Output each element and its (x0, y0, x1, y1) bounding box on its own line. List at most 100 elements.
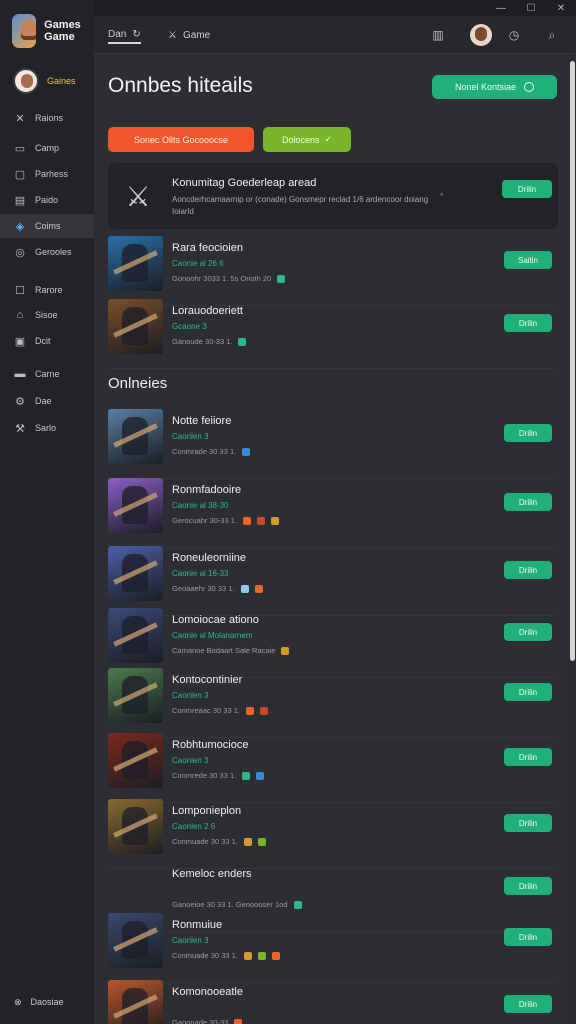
list-item[interactable]: Ronmfadooire Caonie al 38-30 Gerocuahr 30-… (108, 478, 556, 548)
game-meta-text: Ganonade 30-33 (172, 1018, 229, 1024)
sidebar-item-dcit[interactable]: ▣ Dcit (0, 329, 94, 353)
game-action-button[interactable]: Drilin (504, 493, 552, 511)
game-title: Notte feiiore (172, 415, 232, 427)
meta-badge-icon (281, 646, 290, 655)
page-title: Onnbes hiteails (108, 74, 253, 97)
sidebar-item-label: Paido (35, 195, 59, 205)
meta-badge-icon (257, 951, 266, 960)
sidebar-item-raions[interactable]: ✕ Raions (0, 106, 94, 130)
square-icon: ☐ (15, 284, 25, 297)
sidebar-item-label: Coims (35, 221, 61, 231)
minimize-button[interactable]: — (486, 0, 516, 16)
meta-badge-icon (271, 516, 280, 525)
sidebar-item-coims[interactable]: ◈ Coims (0, 214, 94, 238)
app-logo-icon (12, 14, 37, 48)
sidebar-item-label: Sarlo (35, 423, 57, 433)
sidebar-item-sisoe[interactable]: ⌂ Sisoe (0, 303, 94, 327)
profile-row[interactable]: Gaines (0, 62, 94, 100)
sidebar-item-dae[interactable]: ⚙ Dae (0, 389, 94, 413)
game-action-button[interactable]: Drilin (504, 424, 552, 442)
row-divider (108, 368, 556, 369)
maximize-button[interactable]: ☐ (516, 0, 546, 16)
topbar-avatar[interactable] (470, 24, 492, 46)
game-meta-text: Gonoohr 3033 1. 5s Orioth 20 (172, 274, 272, 283)
filter-chip-green[interactable]: Dolocens ✓ (263, 127, 351, 152)
sidebar-item-label: Sisoe (35, 310, 58, 320)
game-meta: Gerocuahr 30-33 1. (172, 516, 280, 525)
game-action-button[interactable]: Drilin (504, 623, 552, 641)
search-icon[interactable]: ⌕ (542, 25, 562, 45)
list-item[interactable]: Roneuleorniine Caonie al 16-33 Geoaaehr 30… (108, 546, 556, 616)
game-action-button[interactable]: Drilin (504, 561, 552, 579)
game-thumbnail (108, 478, 163, 533)
sidebar-item-paido[interactable]: ▤ Paido (0, 188, 94, 212)
avatar (13, 68, 39, 94)
meta-badge-icon (271, 951, 280, 960)
list-item[interactable]: Komonooeatle Ganonade 30-33 Drilin (108, 980, 556, 1024)
section-title: Onlneies (108, 375, 168, 392)
featured-card[interactable]: ⚔ Konumitag Goederleap aread Aoncderhcam… (108, 163, 558, 229)
meta-badge-icon (243, 516, 252, 525)
library-icon[interactable]: ▥ (428, 25, 448, 45)
filter-chip-green-label: Dolocens (281, 134, 320, 145)
sidebar: Games Game Gaines ✕ Raions ▭ Camp ▢ Parhess ▤ P… (0, 0, 94, 1024)
featured-action-button[interactable]: Drilin (502, 180, 552, 198)
app-window: — ☐ ✕ Games Game Gaines ✕ Raions ▭ Camp ▢ Par… (0, 0, 576, 1024)
list-item[interactable]: Robhtumocioce Caonlen 3 Conmrede 30 33 1. D… (108, 733, 556, 803)
app-logo-row[interactable]: Games Game (0, 8, 94, 54)
game-action-button[interactable]: Drilin (504, 748, 552, 766)
sidebar-footer-item[interactable]: ⊗ Daosiae (0, 990, 94, 1014)
game-title: Ronmuiue (172, 919, 223, 931)
sidebar-item-sarlo[interactable]: ⚒ Sarlo (0, 416, 94, 440)
clock-icon[interactable]: ◷ (504, 25, 524, 45)
primary-action-button[interactable]: Nonel Kontsiae (432, 75, 557, 99)
home-icon: ⌂ (16, 309, 24, 321)
game-meta-text: Geoaaehr 30 33 1. (172, 584, 235, 593)
scrollbar-thumb[interactable] (570, 61, 575, 661)
sidebar-item-camp[interactable]: ▭ Camp (0, 136, 94, 160)
game-meta-text: Conmreaac 30 33 1. (172, 706, 240, 715)
sidebar-footer-label: Daosiae (30, 997, 64, 1007)
sidebar-item-label: Camp (35, 143, 60, 153)
game-meta: Conmrade 30 33 1. (172, 447, 251, 456)
game-action-button[interactable]: Drilin (504, 995, 552, 1013)
list-item[interactable]: Rara feocioien Caonie al 26 6 Gonoohr 3033… (108, 236, 556, 306)
game-action-button[interactable]: Drilin (504, 877, 552, 895)
list-item[interactable]: Ronmuiue Caonlen 3 Conmuade 30 33 1. Drilin (108, 913, 556, 983)
list-item[interactable]: Lorauodoeriett Gcaone 3 Ganoude 30-33 1. Dr… (108, 299, 556, 369)
game-action-button[interactable]: Drilin (504, 814, 552, 832)
list-item[interactable]: Kontocontinier Caonlen 3 Conmreaac 30 33 1… (108, 668, 556, 738)
sidebar-item-gerooles[interactable]: ◎ Gerooles (0, 240, 94, 264)
refresh-icon: ↻ (132, 28, 141, 40)
game-meta: Conmuade 30 33 1. (172, 837, 266, 846)
sidebar-item-rarore[interactable]: ☐ Rarore (0, 278, 94, 302)
list-icon: ▤ (14, 194, 26, 207)
list-item[interactable]: Lomoiocae ationo Caonie al Molanarnem Cama… (108, 608, 556, 678)
game-action-button[interactable]: Drilin (504, 314, 552, 332)
check-icon: ✓ (324, 134, 333, 144)
meta-badge-icon (277, 274, 286, 283)
tab-game[interactable]: ⚔ Game (168, 26, 210, 44)
close-button[interactable]: ✕ (546, 0, 576, 16)
game-meta-text: Camanoe Bodaart Sale Racaie (172, 646, 276, 655)
filter-chip-orange[interactable]: Sonec Olits Gocooocse (108, 127, 254, 152)
scrollbar[interactable] (569, 55, 576, 1024)
tab-dan[interactable]: Dan ↻ (108, 26, 141, 44)
sidebar-item-parhess[interactable]: ▢ Parhess (0, 162, 94, 186)
game-subtitle: Caonlen 3 (172, 756, 209, 765)
game-action-button[interactable]: Saitin (504, 251, 552, 269)
game-meta-text: Ganoude 30-33 1. (172, 337, 233, 346)
dot-icon: ◦ (440, 189, 444, 199)
sidebar-item-carne[interactable]: ▬ Carne (0, 362, 94, 386)
list-item[interactable]: Lomponieplon Caonlen 2 6 Conmuade 30 33 1.… (108, 799, 556, 869)
meta-badge-icon (293, 900, 302, 909)
game-meta-text: Conmrade 30 33 1. (172, 447, 237, 456)
game-meta: Ganonade 30-33 (172, 1018, 243, 1024)
meta-badge-icon (242, 447, 251, 456)
game-action-button[interactable]: Drilin (504, 683, 552, 701)
game-action-button[interactable]: Drilin (504, 928, 552, 946)
game-meta: Conmuade 30 33 1. (172, 951, 280, 960)
list-item[interactable]: Notte feiiore Caonlen 3 Conmrade 30 33 1. D… (108, 409, 556, 479)
warrior-icon: ⚔ (125, 180, 151, 212)
game-subtitle: Gcaone 3 (172, 322, 207, 331)
